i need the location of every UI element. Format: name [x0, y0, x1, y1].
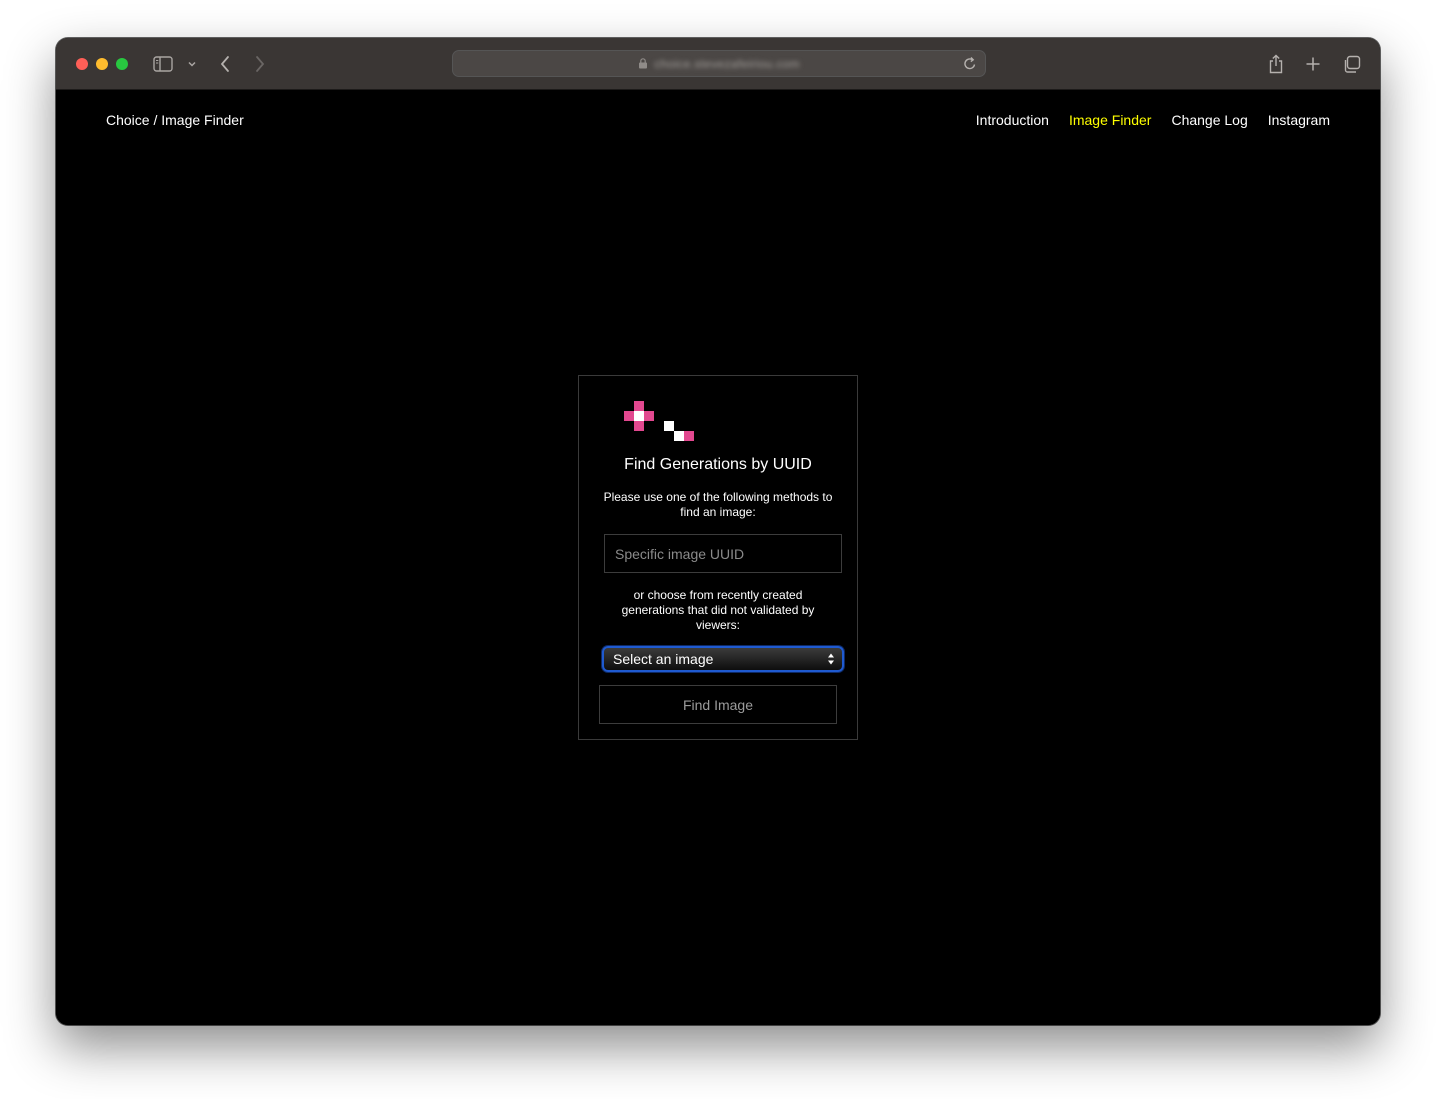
select-arrows-icon [828, 653, 834, 665]
new-tab-icon[interactable] [1305, 52, 1321, 76]
image-select[interactable]: Select an image [602, 646, 844, 672]
zoom-window-button[interactable] [116, 58, 128, 70]
url-text: choice.stevezafeiriou.com [654, 56, 800, 71]
share-icon[interactable] [1268, 52, 1284, 76]
lock-icon [639, 58, 648, 69]
finder-title: Find Generations by UUID [624, 456, 812, 473]
pixel-logo-icon [624, 401, 696, 443]
back-icon[interactable] [219, 52, 231, 76]
nav-instagram[interactable]: Instagram [1268, 112, 1330, 128]
browser-window: choice.stevezafeiriou.com Choice / Image… [56, 38, 1380, 1025]
uuid-input[interactable] [604, 534, 842, 573]
nav-change-log[interactable]: Change Log [1171, 112, 1247, 128]
sidebar-toggle-icon[interactable] [153, 52, 173, 76]
chevron-down-icon[interactable] [187, 52, 197, 76]
main-nav: Introduction Image Finder Change Log Ins… [976, 112, 1330, 128]
forward-icon[interactable] [254, 52, 266, 76]
address-bar[interactable]: choice.stevezafeiriou.com [452, 50, 986, 77]
site-brand[interactable]: Choice / Image Finder [106, 112, 244, 128]
minimize-window-button[interactable] [96, 58, 108, 70]
alternative-text: or choose from recently created generati… [621, 588, 815, 632]
nav-introduction[interactable]: Introduction [976, 112, 1049, 128]
browser-titlebar: choice.stevezafeiriou.com [56, 38, 1380, 90]
nav-image-finder[interactable]: Image Finder [1069, 112, 1151, 128]
find-image-button[interactable]: Find Image [599, 685, 837, 724]
finder-description: Please use one of the following methods … [603, 490, 833, 519]
finder-card: Find Generations by UUID Please use one … [578, 375, 858, 740]
page: Choice / Image Finder Introduction Image… [56, 90, 1380, 1025]
image-select-value: Select an image [613, 651, 714, 667]
reload-icon[interactable] [963, 56, 977, 71]
close-window-button[interactable] [76, 58, 88, 70]
tab-overview-icon[interactable] [1342, 52, 1361, 76]
